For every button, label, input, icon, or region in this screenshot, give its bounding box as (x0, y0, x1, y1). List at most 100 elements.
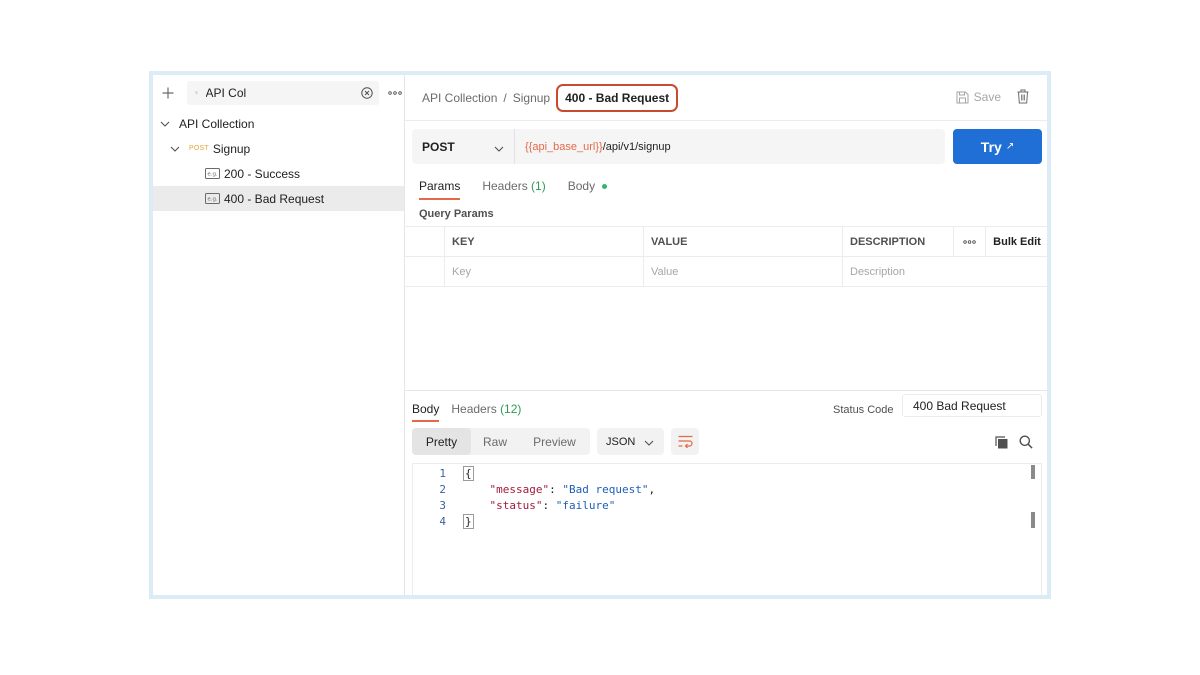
line-number: 1 (439, 466, 446, 480)
add-button[interactable] (159, 84, 177, 102)
format-dropdown[interactable]: JSON (597, 428, 664, 455)
code-line: 3 "status": "failure" (413, 497, 615, 513)
tab-body-label: Body (567, 179, 596, 193)
line-number: 2 (439, 482, 446, 496)
tab-headers-label: Headers (482, 179, 528, 193)
breadcrumb-current[interactable]: 400 - Bad Request (556, 83, 679, 112)
close-brace: } (463, 513, 474, 529)
json-key: "message" (489, 482, 550, 496)
line-number: 4 (439, 514, 446, 528)
tab-response-body-label: Body (412, 402, 440, 416)
more-icon (963, 239, 976, 244)
save-icon (956, 91, 969, 103)
code-line: 2 "message": "Bad request", (413, 481, 655, 497)
breadcrumb-request[interactable]: Signup (513, 91, 550, 105)
app-window: API Collection POST Signup e.g. 200 - Su… (153, 75, 1047, 595)
table-header-spacer (405, 227, 445, 256)
description-input[interactable] (850, 265, 1047, 278)
search-input[interactable] (205, 86, 361, 100)
chevron-down-icon[interactable] (169, 143, 181, 155)
tab-body[interactable]: Body (568, 179, 608, 200)
code-text: "message": "Bad request", (463, 482, 656, 496)
tab-params[interactable]: Params (419, 179, 461, 200)
scroll-marker (1031, 465, 1035, 479)
chevron-down-icon[interactable] (159, 118, 171, 130)
url-input[interactable]: {{api_base_url}} /api/v1/signup (515, 129, 945, 164)
wrap-icon (678, 435, 693, 448)
scroll-marker (1031, 512, 1035, 528)
code-text: { (463, 465, 474, 481)
open-brace: { (463, 465, 474, 481)
sidebar-more-button[interactable] (387, 84, 405, 102)
value-cell (644, 257, 843, 286)
code-line: 1 { (413, 465, 474, 481)
json-separator: : (549, 482, 563, 496)
main-panel: API Collection / Signup 400 - Bad Reques… (405, 75, 1047, 595)
url-path: /api/v1/signup (602, 140, 671, 153)
column-header-key: KEY (445, 227, 644, 256)
breadcrumb-collection[interactable]: API Collection (422, 91, 497, 105)
status-code-label: Status Code (833, 404, 894, 416)
search-icon (1019, 435, 1033, 449)
tab-headers[interactable]: Headers (1) (482, 179, 545, 200)
column-header-description: DESCRIPTION (843, 227, 954, 256)
json-value: "Bad request" (562, 482, 649, 496)
params-table: KEY VALUE DESCRIPTION Bulk Edit (405, 226, 1047, 287)
request-tabs: Params Headers (1) Body (419, 179, 629, 200)
json-separator: : (542, 498, 556, 512)
more-icon (388, 91, 402, 95)
view-raw-button[interactable]: Raw (471, 428, 519, 455)
try-label: Try (980, 138, 1002, 155)
tab-response-headers[interactable]: Headers (12) (451, 402, 521, 422)
tab-headers-count: (1) (531, 179, 546, 193)
table-row (405, 257, 1047, 287)
filter-icon (194, 91, 198, 95)
copy-button[interactable] (995, 436, 1008, 454)
json-key: "status" (489, 498, 543, 512)
code-text: "status": "failure" (463, 498, 616, 512)
value-input[interactable] (651, 265, 842, 278)
tree-item-example[interactable]: e.g. 200 - Success (153, 161, 404, 186)
view-preview-button[interactable]: Preview (519, 428, 590, 455)
clear-search-button[interactable] (360, 86, 373, 100)
svg-text:e.g.: e.g. (207, 172, 218, 178)
save-label: Save (973, 90, 1001, 104)
clear-icon (360, 87, 373, 99)
try-button[interactable]: Try ↗ (953, 129, 1042, 164)
body-indicator-dot (602, 184, 608, 190)
tree-item-example-selected[interactable]: e.g. 400 - Bad Request (153, 186, 404, 211)
method-value: POST (422, 139, 455, 154)
search-response-button[interactable] (1019, 435, 1033, 454)
table-more-button[interactable] (954, 227, 986, 256)
wrap-lines-button[interactable] (671, 428, 699, 455)
tab-response-body[interactable]: Body (412, 402, 440, 422)
panel-divider[interactable] (405, 390, 1047, 391)
sidebar-toolbar (153, 75, 404, 111)
tab-response-headers-label: Headers (451, 402, 497, 416)
code-scrollbar[interactable] (1031, 464, 1035, 595)
line-number: 3 (439, 498, 446, 512)
request-bar: POST {{api_base_url}} /api/v1/signup (412, 129, 945, 164)
status-code-field[interactable]: 400 Bad Request (902, 394, 1042, 417)
chevron-down-icon (644, 437, 654, 449)
view-mode-toggle: Pretty Raw Preview (412, 428, 590, 455)
method-dropdown[interactable]: POST (412, 129, 515, 164)
tree-item-label: 400 - Bad Request (224, 191, 325, 206)
sidebar-search[interactable] (186, 81, 379, 105)
row-checkbox-cell (405, 257, 445, 286)
json-comma: , (648, 482, 656, 496)
external-arrow-icon: ↗ (1005, 141, 1015, 152)
save-button[interactable]: Save (956, 90, 1001, 104)
view-pretty-button[interactable]: Pretty (412, 428, 471, 455)
response-code-editor[interactable]: 1 { 2 "message": "Bad request", 3 "statu… (412, 463, 1042, 595)
bulk-edit-button[interactable]: Bulk Edit (986, 227, 1047, 256)
app-frame: API Collection POST Signup e.g. 200 - Su… (149, 71, 1051, 599)
tree-item-collection[interactable]: API Collection (153, 111, 404, 136)
description-cell (843, 257, 1047, 286)
delete-button[interactable] (1017, 89, 1029, 109)
tree-item-request[interactable]: POST Signup (153, 136, 404, 161)
json-value: "failure" (555, 498, 616, 512)
key-input[interactable] (452, 265, 643, 278)
chevron-down-icon (494, 141, 504, 155)
code-text: } (463, 513, 474, 529)
